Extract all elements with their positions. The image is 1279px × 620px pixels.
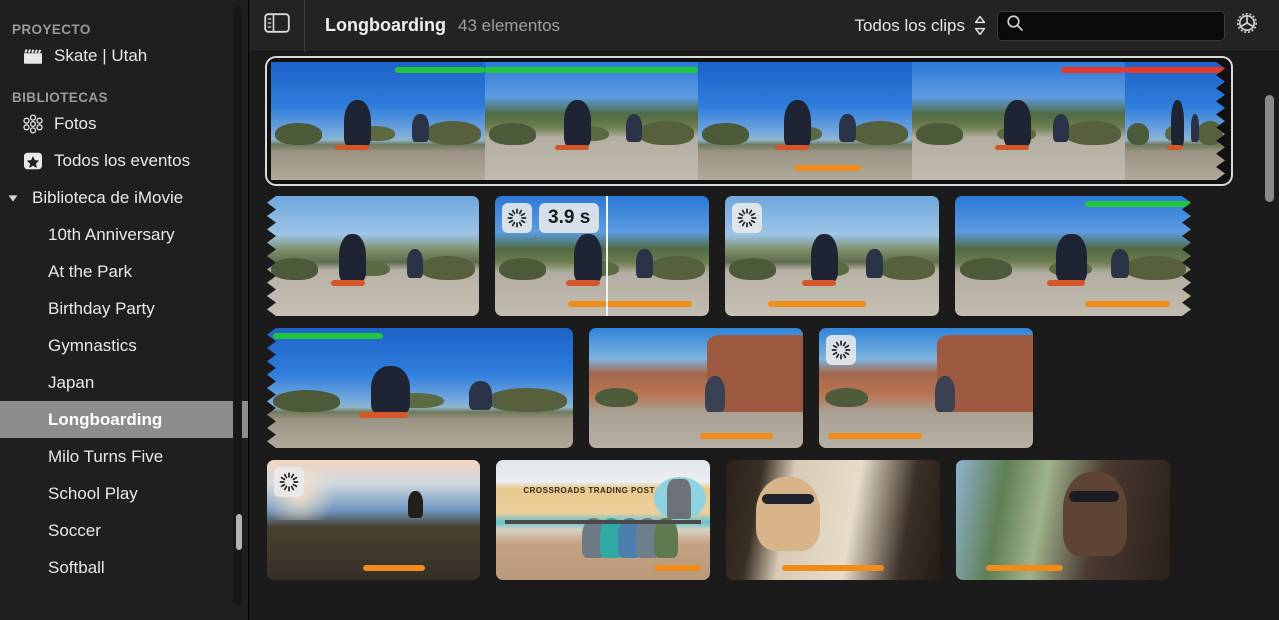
loading-spinner-icon <box>732 203 762 233</box>
sidebar-item-skate-utah[interactable]: Skate | Utah <box>0 37 248 74</box>
clip-playhead-preview[interactable]: 3.9 s <box>495 196 709 316</box>
clip-marker-orange <box>700 433 774 439</box>
sidebar-item-label: Japan <box>48 372 95 392</box>
clip-row <box>267 328 1279 448</box>
disclosure-triangle-down-icon[interactable] <box>6 192 20 204</box>
clip-marker-red <box>1125 67 1225 73</box>
clip-marker-orange <box>362 565 425 571</box>
clip-browser[interactable]: 3.9 s CROSSROADS TRADING POST <box>249 52 1279 620</box>
up-down-stepper-icon[interactable] <box>974 16 986 35</box>
clip-two-skaters-road[interactable] <box>485 62 698 180</box>
sidebar-item-label: At the Park <box>48 261 133 281</box>
sidebar-item-label: Biblioteca de iMovie <box>32 187 184 207</box>
clip-marker-orange <box>827 433 922 439</box>
clip-duration-badge: 3.9 s <box>539 203 600 233</box>
sidebar-item-label: Soccer <box>48 520 101 540</box>
clip-marker-orange <box>781 565 885 571</box>
clip-marker-green <box>273 333 384 339</box>
sidebar-item-milo-turns-five[interactable]: Milo Turns Five <box>0 438 248 475</box>
search-icon <box>1006 14 1024 37</box>
sidebar-item-gymnastics[interactable]: Gymnastics <box>0 327 248 364</box>
settings-button[interactable] <box>1225 0 1269 52</box>
clip-row: CROSSROADS TRADING POST <box>267 460 1279 580</box>
loading-spinner-icon <box>826 335 856 365</box>
browser-scrollbar-thumb[interactable] <box>1265 95 1274 202</box>
clip-laughing-passenger[interactable] <box>726 460 940 580</box>
loading-spinner-icon <box>274 467 304 497</box>
sidebar-item-softball[interactable]: Softball <box>0 549 248 586</box>
clip-marker-orange <box>985 565 1063 571</box>
sidebar-item-10th-anniversary[interactable]: 10th Anniversary <box>0 216 248 253</box>
sidebar-item-soccer[interactable]: Soccer <box>0 512 248 549</box>
search-input[interactable] <box>1030 17 1215 34</box>
sidebar-panel-icon <box>263 13 290 38</box>
sidebar-scrollbar-track[interactable] <box>233 6 242 606</box>
clip-row <box>267 58 1231 184</box>
clip-marker-orange <box>767 301 867 307</box>
clip-marker-green <box>1085 201 1191 207</box>
search-field[interactable] <box>997 10 1225 41</box>
sidebar-item-birthday-party[interactable]: Birthday Party <box>0 290 248 327</box>
sidebar-item-label: Longboarding <box>48 409 163 429</box>
star-square-icon <box>22 150 44 172</box>
clip-canyon-descent[interactable] <box>819 328 1033 448</box>
clapperboard-icon <box>22 45 44 67</box>
clip-orange-jacket-crouch[interactable] <box>267 328 573 448</box>
sidebar-item-label: Todos los eventos <box>54 150 191 170</box>
sidebar-section-header: PROYECTO <box>12 22 91 37</box>
sidebar-item-todos-los-eventos[interactable]: Todos los eventos <box>0 142 248 179</box>
sidebar-toggle-button[interactable] <box>249 0 305 52</box>
sidebar-item-label: School Play <box>48 483 138 503</box>
clip-badges <box>274 467 304 497</box>
clip-rider-valley-view[interactable] <box>725 196 939 316</box>
clip-badges <box>732 203 762 233</box>
sidebar-scrollbar-thumb[interactable] <box>236 514 242 550</box>
clip-playhead[interactable] <box>606 196 609 316</box>
sidebar-item-biblioteca-de-imovie[interactable]: Biblioteca de iMovie <box>0 179 248 216</box>
sidebar-item-label: 10th Anniversary <box>48 224 175 244</box>
sidebar-item-label: Gymnastics <box>48 335 137 355</box>
sidebar-item-label: Birthday Party <box>48 298 155 318</box>
sidebar-item-label: Skate | Utah <box>54 45 148 65</box>
clip-marker-orange <box>654 565 702 571</box>
clip-marker-green <box>395 67 485 73</box>
toolbar: Longboarding 43 elementos Todos los clip… <box>249 0 1279 52</box>
clip-marker-orange <box>794 165 861 171</box>
loading-spinner-icon <box>502 203 532 233</box>
sidebar-section-header: BIBLIOTECAS <box>12 90 108 105</box>
sidebar-item-school-play[interactable]: School Play <box>0 475 248 512</box>
gear-icon <box>1233 9 1261 42</box>
main-area: Longboarding 43 elementos Todos los clip… <box>249 0 1279 620</box>
clip-teal-shirt-carve[interactable] <box>267 196 479 316</box>
clip-badges <box>826 335 856 365</box>
item-count: 43 elementos <box>457 15 561 35</box>
page-title: Longboarding <box>325 15 446 35</box>
clip-downhill-pair[interactable] <box>912 62 1125 180</box>
sidebar-item-at-the-park[interactable]: At the Park <box>0 253 248 290</box>
clip-red-rocks-curve[interactable] <box>589 328 803 448</box>
sidebar[interactable]: PROYECTO Skate | Utah BIBLIOTECAS Fotos Todo… <box>0 0 248 620</box>
filter-label[interactable]: Todos los clips <box>854 16 965 36</box>
clip-badges: 3.9 s <box>502 203 600 233</box>
clip-row: 3.9 s <box>267 196 1279 316</box>
clip-marker-green <box>485 67 698 73</box>
clip-skater-red-helmet-crouch[interactable] <box>271 62 485 180</box>
clip-marker-orange <box>1085 301 1170 307</box>
clip-sign-text: CROSSROADS TRADING POST <box>523 486 655 496</box>
clip-orange-shirt-closeup[interactable] <box>698 62 912 180</box>
photos-flower-icon <box>22 113 44 135</box>
sidebar-item-label: Fotos <box>54 113 97 133</box>
sidebar-item-label: Softball <box>48 557 105 577</box>
clip-marker-orange <box>567 301 692 307</box>
clip-red-helmet-hillside[interactable] <box>955 196 1191 316</box>
clip-yellow-helmet-lean[interactable] <box>1125 62 1225 180</box>
clip-sunset-road[interactable] <box>267 460 480 580</box>
clip-crossroads-trading-post[interactable]: CROSSROADS TRADING POST <box>496 460 710 580</box>
sidebar-item-japan[interactable]: Japan <box>0 364 248 401</box>
sidebar-item-longboarding[interactable]: Longboarding <box>0 401 248 438</box>
clip-woman-in-van[interactable] <box>956 460 1170 580</box>
sidebar-item-label: Milo Turns Five <box>48 446 164 466</box>
clip-marker-red <box>1061 67 1125 73</box>
sidebar-item-fotos[interactable]: Fotos <box>0 105 248 142</box>
